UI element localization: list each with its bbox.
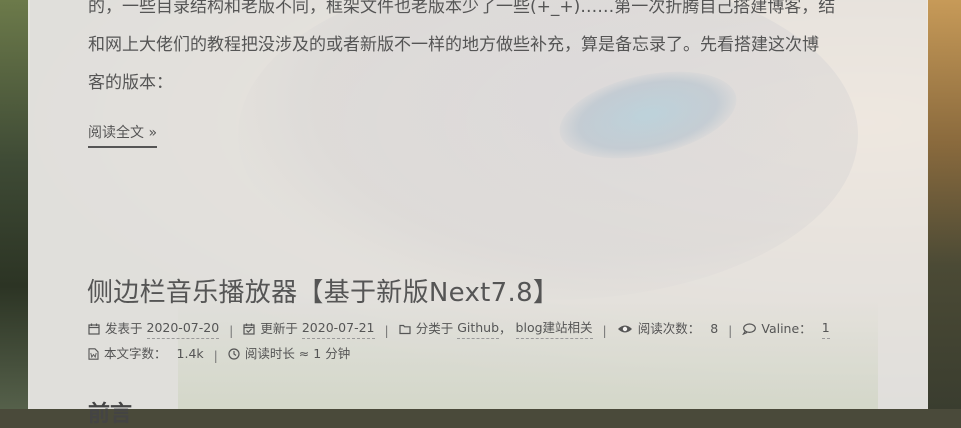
comments-count-link[interactable]: 1 (821, 318, 830, 339)
excerpt-line: 客的版本： (88, 73, 173, 93)
wordcount-value: 1.4k (176, 346, 204, 361)
calendar-icon (88, 323, 100, 335)
category-link-blog[interactable]: blog建站相关 (515, 318, 593, 339)
file-word-icon (88, 348, 99, 360)
excerpt-line: 和网上大佬们的教程把没涉及的或者新版不一样的地方做些补充，算是备忘录了。先看搭建… (88, 35, 819, 55)
post-meta: 发表于 2020-07-20 | 更新于 2020-07-21 | 分类于 Gi… (88, 318, 888, 341)
readtime-label: 阅读时长 ≈ (244, 346, 310, 361)
comments-label: Valine： (761, 320, 812, 336)
meta-divider: | (213, 348, 218, 363)
posted-label: 发表于 (105, 320, 143, 336)
readtime-value: 1 分钟 (313, 346, 351, 361)
wordcount-label: 本文字数： (104, 346, 167, 361)
meta-divider: | (229, 322, 234, 338)
meta-divider: | (602, 322, 607, 338)
post-meta-readtime: 阅读时长 ≈ 1 分钟 (228, 344, 350, 364)
post-meta-secondary: 本文字数： 1.4k | 阅读时长 ≈ 1 分钟 (88, 344, 888, 366)
views-count: 8 (710, 320, 719, 336)
meta-divider: | (728, 322, 733, 338)
updated-date: 2020-07-21 (301, 318, 375, 339)
post-meta-comments: Valine： 1 (742, 318, 830, 339)
folder-icon (399, 324, 411, 334)
post-title-link[interactable]: 侧边栏音乐播放器【基于新版Next7.8】 (87, 272, 559, 309)
post-meta-category: 分类于 Github ， blog建站相关 (399, 318, 593, 339)
post-meta-wordcount: 本文字数： 1.4k (88, 344, 204, 364)
eye-icon (617, 325, 632, 332)
section-heading: 前言 (88, 402, 133, 427)
post-meta-posted: 发表于 2020-07-20 (88, 318, 220, 339)
comment-icon (742, 322, 757, 335)
calendar-check-icon (243, 323, 255, 335)
clock-icon (228, 348, 240, 360)
meta-divider: | (384, 322, 389, 338)
post-meta-updated: 更新于 2020-07-21 (243, 318, 375, 339)
posted-date: 2020-07-20 (146, 318, 220, 339)
category-label: 分类于 (415, 320, 454, 336)
excerpt-line: 的，一些目录结构和老版不同，框架文件也老版本少了一些(+_+)……第一次折腾自己… (88, 0, 836, 17)
read-more-link[interactable]: 阅读全文 » (88, 122, 158, 148)
category-link-github[interactable]: Github (457, 318, 500, 339)
post-meta-views: 阅读次数： 8 (617, 319, 718, 339)
views-label: 阅读次数： (637, 320, 701, 336)
background-left-edge (0, 0, 30, 409)
post-excerpt: 的，一些目录结构和老版不同，框架文件也老版本少了一些(+_+)……第一次折腾自己… (88, 0, 878, 102)
category-separator: ， (499, 320, 512, 336)
background-right-edge (927, 0, 961, 409)
updated-label: 更新于 (260, 320, 298, 336)
